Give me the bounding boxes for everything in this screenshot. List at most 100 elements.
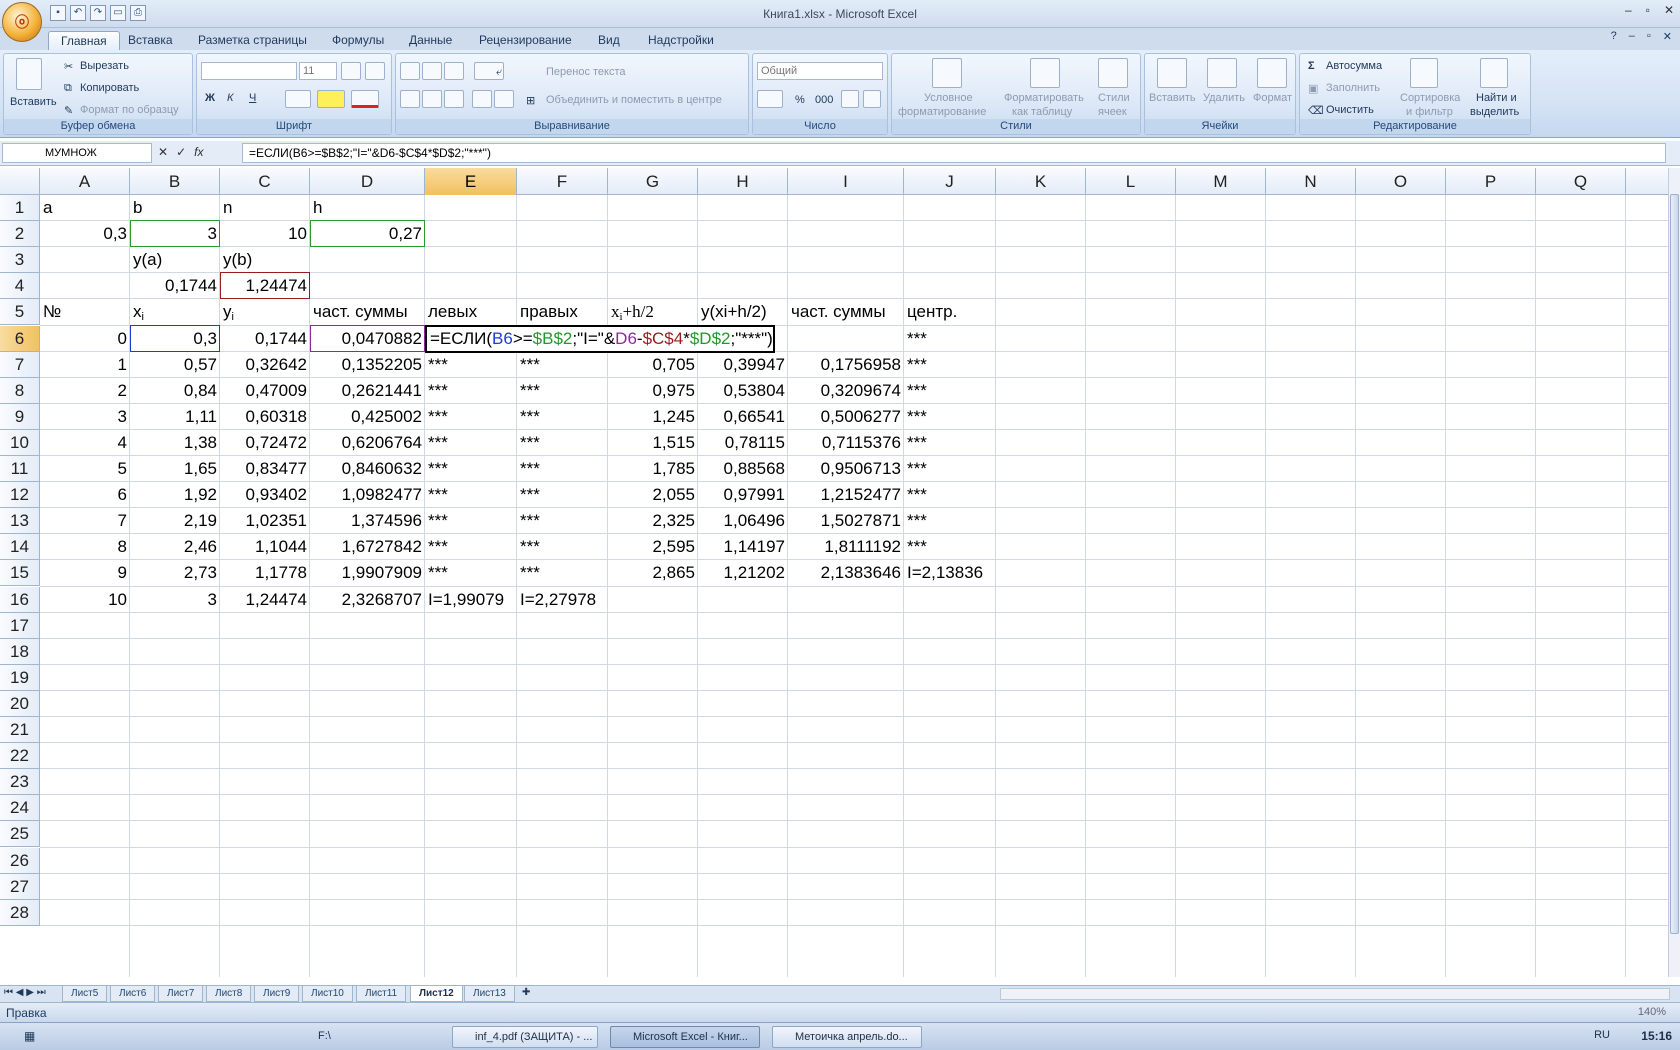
taskbar-item-word[interactable]: Метоичка апрель.do... xyxy=(772,1026,922,1048)
cell-i14[interactable]: 1,8111192 xyxy=(788,534,904,560)
col-header-b[interactable]: B xyxy=(130,168,220,195)
horizontal-scrollbar[interactable] xyxy=(1000,988,1670,1000)
enter-icon[interactable]: ✓ xyxy=(176,145,186,159)
fill-color-icon[interactable] xyxy=(317,90,345,108)
col-header-d[interactable]: D xyxy=(310,168,425,195)
cell-c5[interactable]: yi xyxy=(220,299,310,325)
row-header-9[interactable]: 9 xyxy=(0,403,40,430)
sheet-tab-13[interactable]: Лист13 xyxy=(464,986,515,1002)
format-as-table-icon[interactable] xyxy=(1030,58,1060,88)
clear-button[interactable]: Очистить xyxy=(1326,104,1374,116)
office-button[interactable]: ⓞ xyxy=(2,2,42,42)
row-header-16[interactable]: 16 xyxy=(0,586,40,613)
decrease-decimal-icon[interactable] xyxy=(863,90,881,108)
cell-b15[interactable]: 2,73 xyxy=(130,560,220,586)
cell-j8[interactable]: *** xyxy=(904,378,996,404)
tab-insert[interactable]: Вставка xyxy=(116,31,185,50)
row-header-26[interactable]: 26 xyxy=(0,847,40,874)
cancel-icon[interactable]: ✕ xyxy=(158,145,168,159)
cell-b14[interactable]: 2,46 xyxy=(130,534,220,560)
cell-f14[interactable]: *** xyxy=(517,534,608,560)
cell-h14[interactable]: 1,14197 xyxy=(698,534,788,560)
cell-b10[interactable]: 1,38 xyxy=(130,430,220,456)
grow-font-icon[interactable] xyxy=(341,62,361,80)
cell-styles-icon[interactable] xyxy=(1098,58,1128,88)
sheet-tab-6[interactable]: Лист6 xyxy=(110,986,156,1002)
tab-formulas[interactable]: Формулы xyxy=(320,31,396,50)
format-cells-icon[interactable] xyxy=(1257,58,1287,88)
cell-g14[interactable]: 2,595 xyxy=(608,534,698,560)
row-header-5[interactable]: 5 xyxy=(0,299,40,326)
cell-b12[interactable]: 1,92 xyxy=(130,482,220,508)
cell-h15[interactable]: 1,21202 xyxy=(698,560,788,586)
cell-f16[interactable]: I=2,27978 xyxy=(517,587,608,613)
cell-h12[interactable]: 0,97991 xyxy=(698,482,788,508)
cell-c10[interactable]: 0,72472 xyxy=(220,430,310,456)
cell-j12[interactable]: *** xyxy=(904,482,996,508)
cell-c2[interactable]: 10 xyxy=(220,221,310,247)
start-icon[interactable]: ▦ xyxy=(24,1029,35,1043)
cell-c8[interactable]: 0,47009 xyxy=(220,378,310,404)
col-header-m[interactable]: M xyxy=(1176,168,1266,195)
cell-e11[interactable]: *** xyxy=(425,456,517,482)
col-header-e[interactable]: E xyxy=(425,168,517,195)
col-header-k[interactable]: K xyxy=(996,168,1086,195)
cell-f13[interactable]: *** xyxy=(517,508,608,534)
cell-c6[interactable]: 0,1744 xyxy=(220,326,310,352)
insert-function-icon[interactable]: fx xyxy=(194,145,203,159)
sheet-tab-11[interactable]: Лист11 xyxy=(356,986,407,1002)
cell-a6[interactable]: 0 xyxy=(40,326,130,352)
italic-button[interactable]: К xyxy=(227,92,233,104)
sheet-tab-12[interactable]: Лист12 xyxy=(410,986,463,1002)
align-left-icon[interactable] xyxy=(400,90,420,108)
cell-a13[interactable]: 7 xyxy=(40,508,130,534)
cell-f7[interactable]: *** xyxy=(517,352,608,378)
sheet-nav-icon[interactable]: ⏮ ◀ ▶ ⏭ xyxy=(4,987,46,998)
cell-b7[interactable]: 0,57 xyxy=(130,352,220,378)
cell-f15[interactable]: *** xyxy=(517,560,608,586)
cell-h5[interactable]: y(xi+h/2) xyxy=(698,299,788,325)
col-header-q[interactable]: Q xyxy=(1536,168,1626,195)
cell-d1[interactable]: h xyxy=(310,195,425,221)
cell-g12[interactable]: 2,055 xyxy=(608,482,698,508)
cell-d7[interactable]: 0,1352205 xyxy=(310,352,425,378)
cell-e9[interactable]: *** xyxy=(425,404,517,430)
cell-c15[interactable]: 1,1778 xyxy=(220,560,310,586)
cell-j13[interactable]: *** xyxy=(904,508,996,534)
decrease-indent-icon[interactable] xyxy=(472,90,492,108)
cell-g13[interactable]: 2,325 xyxy=(608,508,698,534)
cell-i12[interactable]: 1,2152477 xyxy=(788,482,904,508)
minimize-icon[interactable]: ‒ xyxy=(1625,3,1632,17)
cell-a9[interactable]: 3 xyxy=(40,404,130,430)
select-all-corner[interactable] xyxy=(0,168,40,195)
cell-b13[interactable]: 2,19 xyxy=(130,508,220,534)
number-format-select[interactable]: Общий xyxy=(757,62,883,80)
cell-c1[interactable]: n xyxy=(220,195,310,221)
row-header-3[interactable]: 3 xyxy=(0,247,40,274)
col-header-f[interactable]: F xyxy=(517,168,608,195)
cell-i15[interactable]: 2,1383646 xyxy=(788,560,904,586)
cell-d10[interactable]: 0,6206764 xyxy=(310,430,425,456)
cell-g9[interactable]: 1,245 xyxy=(608,404,698,430)
percent-button[interactable]: % xyxy=(795,94,805,106)
cell-h11[interactable]: 0,88568 xyxy=(698,456,788,482)
cell-a1[interactable]: a xyxy=(40,195,130,221)
font-size-select[interactable]: 11 xyxy=(299,62,337,80)
col-header-n[interactable]: N xyxy=(1266,168,1356,195)
cell-b4[interactable]: 0,1744 xyxy=(130,273,220,299)
cell-f8[interactable]: *** xyxy=(517,378,608,404)
col-header-l[interactable]: L xyxy=(1086,168,1176,195)
sheet-tab-8[interactable]: Лист8 xyxy=(206,986,252,1002)
cell-a5[interactable]: № xyxy=(40,299,130,325)
delete-cells-icon[interactable] xyxy=(1207,58,1237,88)
sheet-tab-7[interactable]: Лист7 xyxy=(158,986,204,1002)
cell-f11[interactable]: *** xyxy=(517,456,608,482)
new-sheet-icon[interactable]: ✚ xyxy=(522,987,530,998)
align-top-icon[interactable] xyxy=(400,62,420,80)
cell-c3[interactable]: y(b) xyxy=(220,247,310,273)
insert-cells-button[interactable]: Вставить xyxy=(1149,92,1196,104)
cell-e7[interactable]: *** xyxy=(425,352,517,378)
sort-filter-button[interactable]: Сортировка xyxy=(1400,92,1460,104)
cell-a2[interactable]: 0,3 xyxy=(40,221,130,247)
tab-view[interactable]: Вид xyxy=(586,31,632,50)
